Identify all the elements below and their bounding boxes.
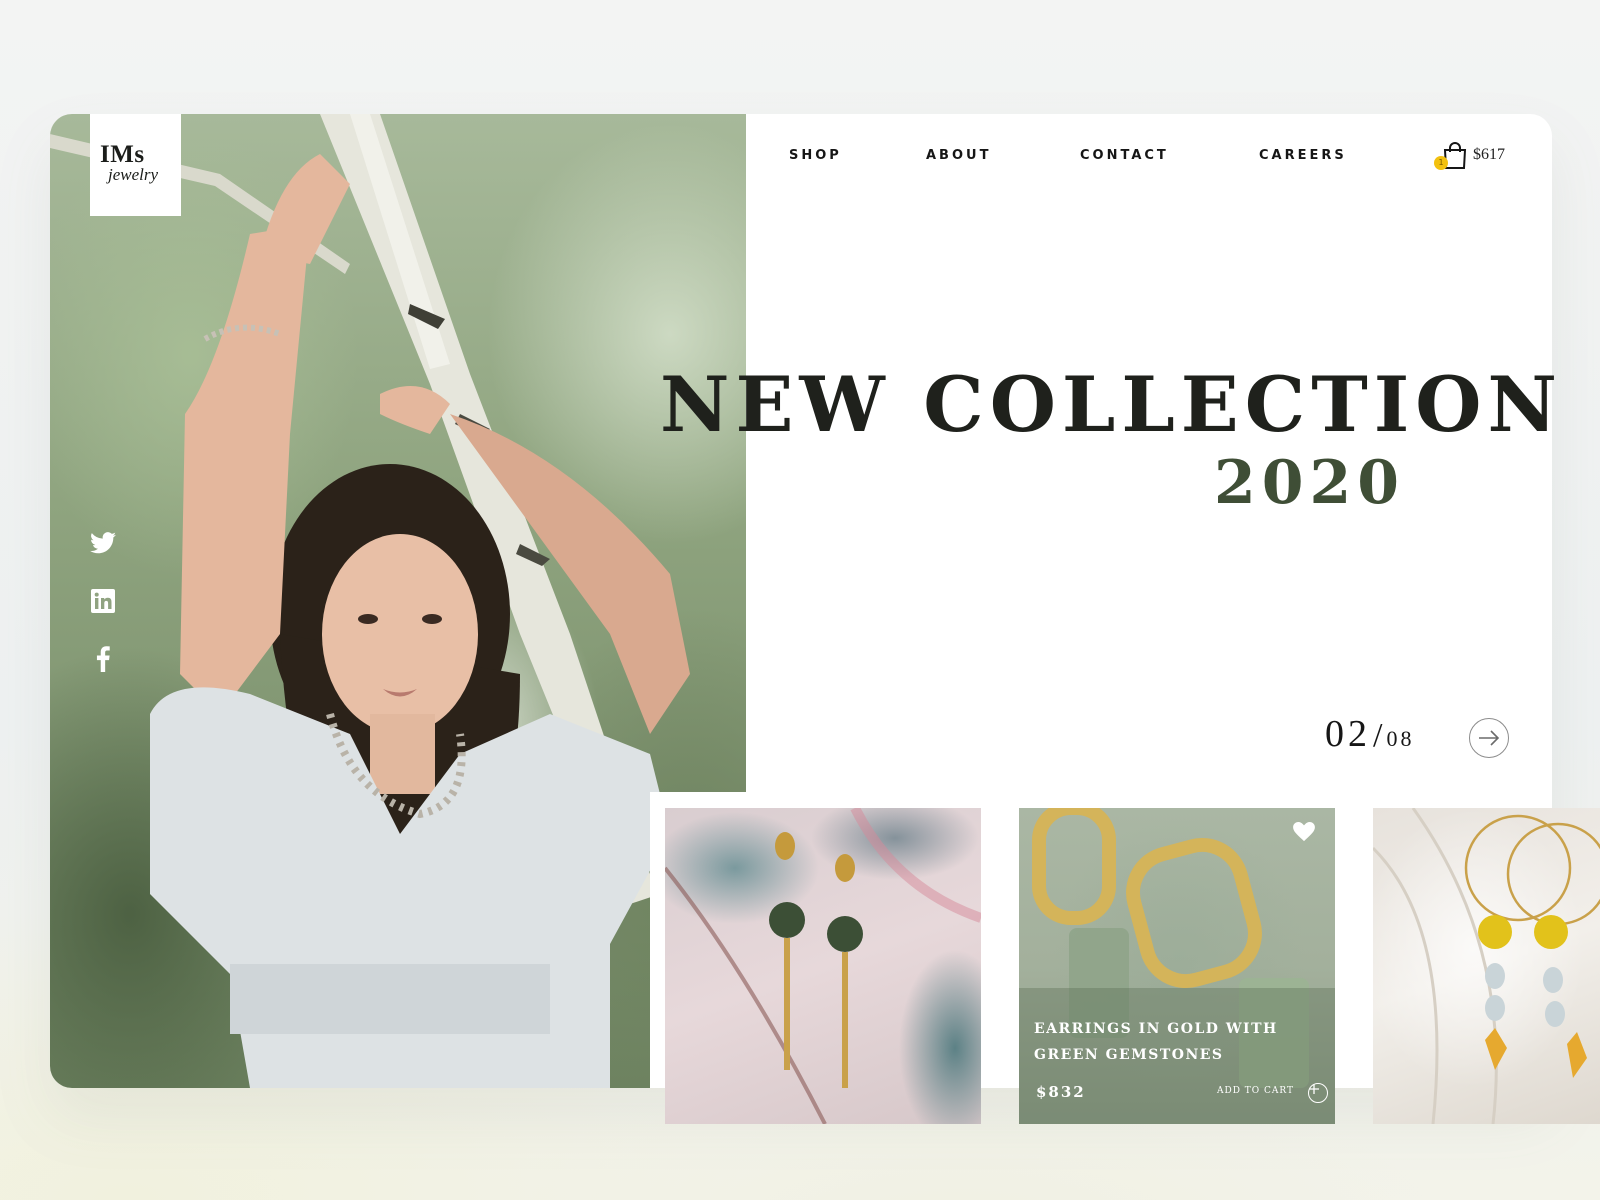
product-card-3[interactable]: [1373, 808, 1600, 1124]
twitter-icon[interactable]: [88, 528, 118, 558]
heart-icon[interactable]: [1293, 822, 1315, 844]
hero-headline: NEW COLLECTION: [660, 360, 1563, 449]
pager-total: 08: [1386, 726, 1415, 751]
nav-contact[interactable]: CONTACT: [1080, 148, 1169, 163]
facebook-icon[interactable]: [88, 644, 118, 674]
pager-separator: /: [1373, 717, 1383, 754]
nav-shop[interactable]: SHOP: [789, 148, 842, 163]
product-card-1[interactable]: [665, 808, 981, 1124]
product-name[interactable]: Earrings in gold with green gemstones: [1034, 1016, 1324, 1068]
product-card-2[interactable]: Earrings in gold with green gemstones $8…: [1019, 808, 1335, 1124]
shopping-bag-icon[interactable]: [1442, 142, 1472, 172]
add-to-cart-link[interactable]: ADD TO CART: [1217, 1086, 1294, 1096]
brand-logo-line1: IMs: [100, 141, 145, 168]
pager-current: 02: [1325, 713, 1371, 755]
hero-image: [50, 114, 746, 1088]
brand-logo[interactable]: IMs jewelry: [90, 114, 181, 216]
next-slide-button[interactable]: [1469, 718, 1509, 758]
nav-about[interactable]: ABOUT: [926, 148, 991, 163]
slide-pager: 02/08: [1325, 712, 1414, 756]
linkedin-icon[interactable]: [88, 586, 118, 616]
product-price: $832: [1036, 1083, 1086, 1101]
cart-total[interactable]: $617: [1473, 146, 1505, 164]
cart-count-badge: 1: [1434, 156, 1448, 170]
plus-icon[interactable]: [1308, 1083, 1328, 1103]
arrow-right-icon: [1479, 730, 1500, 746]
hero-year: 2020: [1214, 448, 1405, 518]
brand-logo-line2: jewelry: [108, 165, 159, 184]
nav-careers[interactable]: CAREERS: [1259, 148, 1347, 163]
